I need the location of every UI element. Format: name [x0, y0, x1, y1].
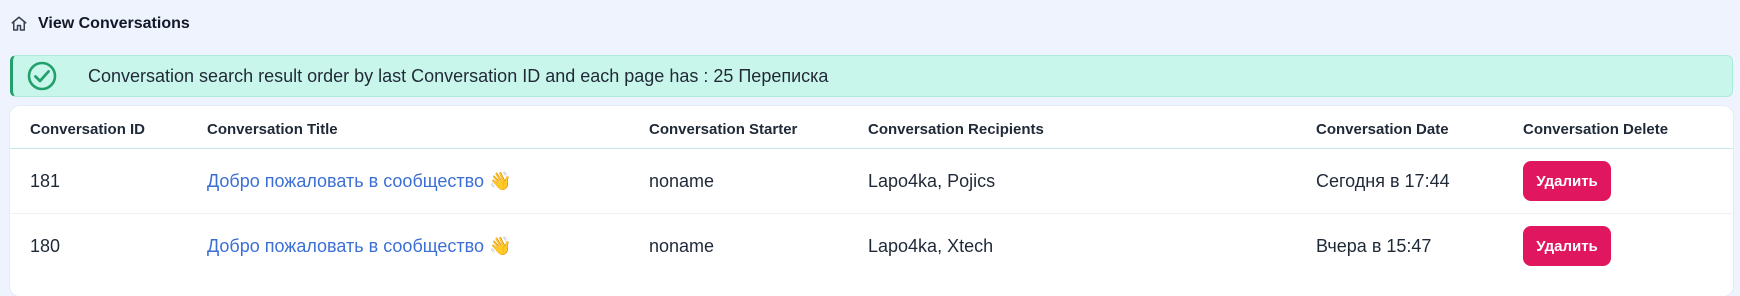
table-row: 180 Добро пожаловать в сообщество 👋 nona…	[10, 214, 1733, 278]
conversation-starter: noname	[649, 171, 715, 191]
conversation-recipients: Lapo4ka, Xtech	[868, 236, 994, 256]
home-icon[interactable]	[10, 15, 28, 33]
conversations-table: Conversation ID Conversation Title Conve…	[10, 106, 1733, 296]
conversation-recipients: Lapo4ka, Pojics	[868, 171, 996, 191]
conversation-title-link[interactable]: Добро пожаловать в сообщество 👋	[207, 149, 511, 213]
breadcrumb: View Conversations	[10, 12, 190, 36]
page-title: View Conversations	[38, 15, 190, 32]
header-conversation-title: Conversation Title	[207, 121, 338, 138]
conversation-title-link[interactable]: Добро пожаловать в сообщество 👋	[207, 214, 511, 278]
header-conversation-recipients: Conversation Recipients	[868, 121, 1044, 138]
table-header: Conversation ID Conversation Title Conve…	[10, 106, 1733, 149]
delete-button[interactable]: Удалить	[1523, 226, 1611, 266]
conversation-starter: noname	[649, 236, 715, 256]
conversation-date: Сегодня в 17:44	[1316, 171, 1450, 191]
conversation-date: Вчера в 15:47	[1316, 236, 1432, 256]
header-conversation-starter: Conversation Starter	[649, 121, 798, 138]
conversation-id: 181	[30, 171, 61, 191]
conversation-id: 180	[30, 236, 61, 256]
header-conversation-id: Conversation ID	[30, 121, 146, 138]
info-alert: Conversation search result order by last…	[10, 55, 1733, 97]
check-circle-icon	[27, 61, 57, 91]
delete-button[interactable]: Удалить	[1523, 161, 1611, 201]
table-row: 181 Добро пожаловать в сообщество 👋 nona…	[10, 149, 1733, 214]
header-conversation-delete: Conversation Delete	[1523, 121, 1669, 138]
header-conversation-date: Conversation Date	[1316, 121, 1449, 138]
alert-message: Conversation search result order by last…	[88, 65, 829, 86]
